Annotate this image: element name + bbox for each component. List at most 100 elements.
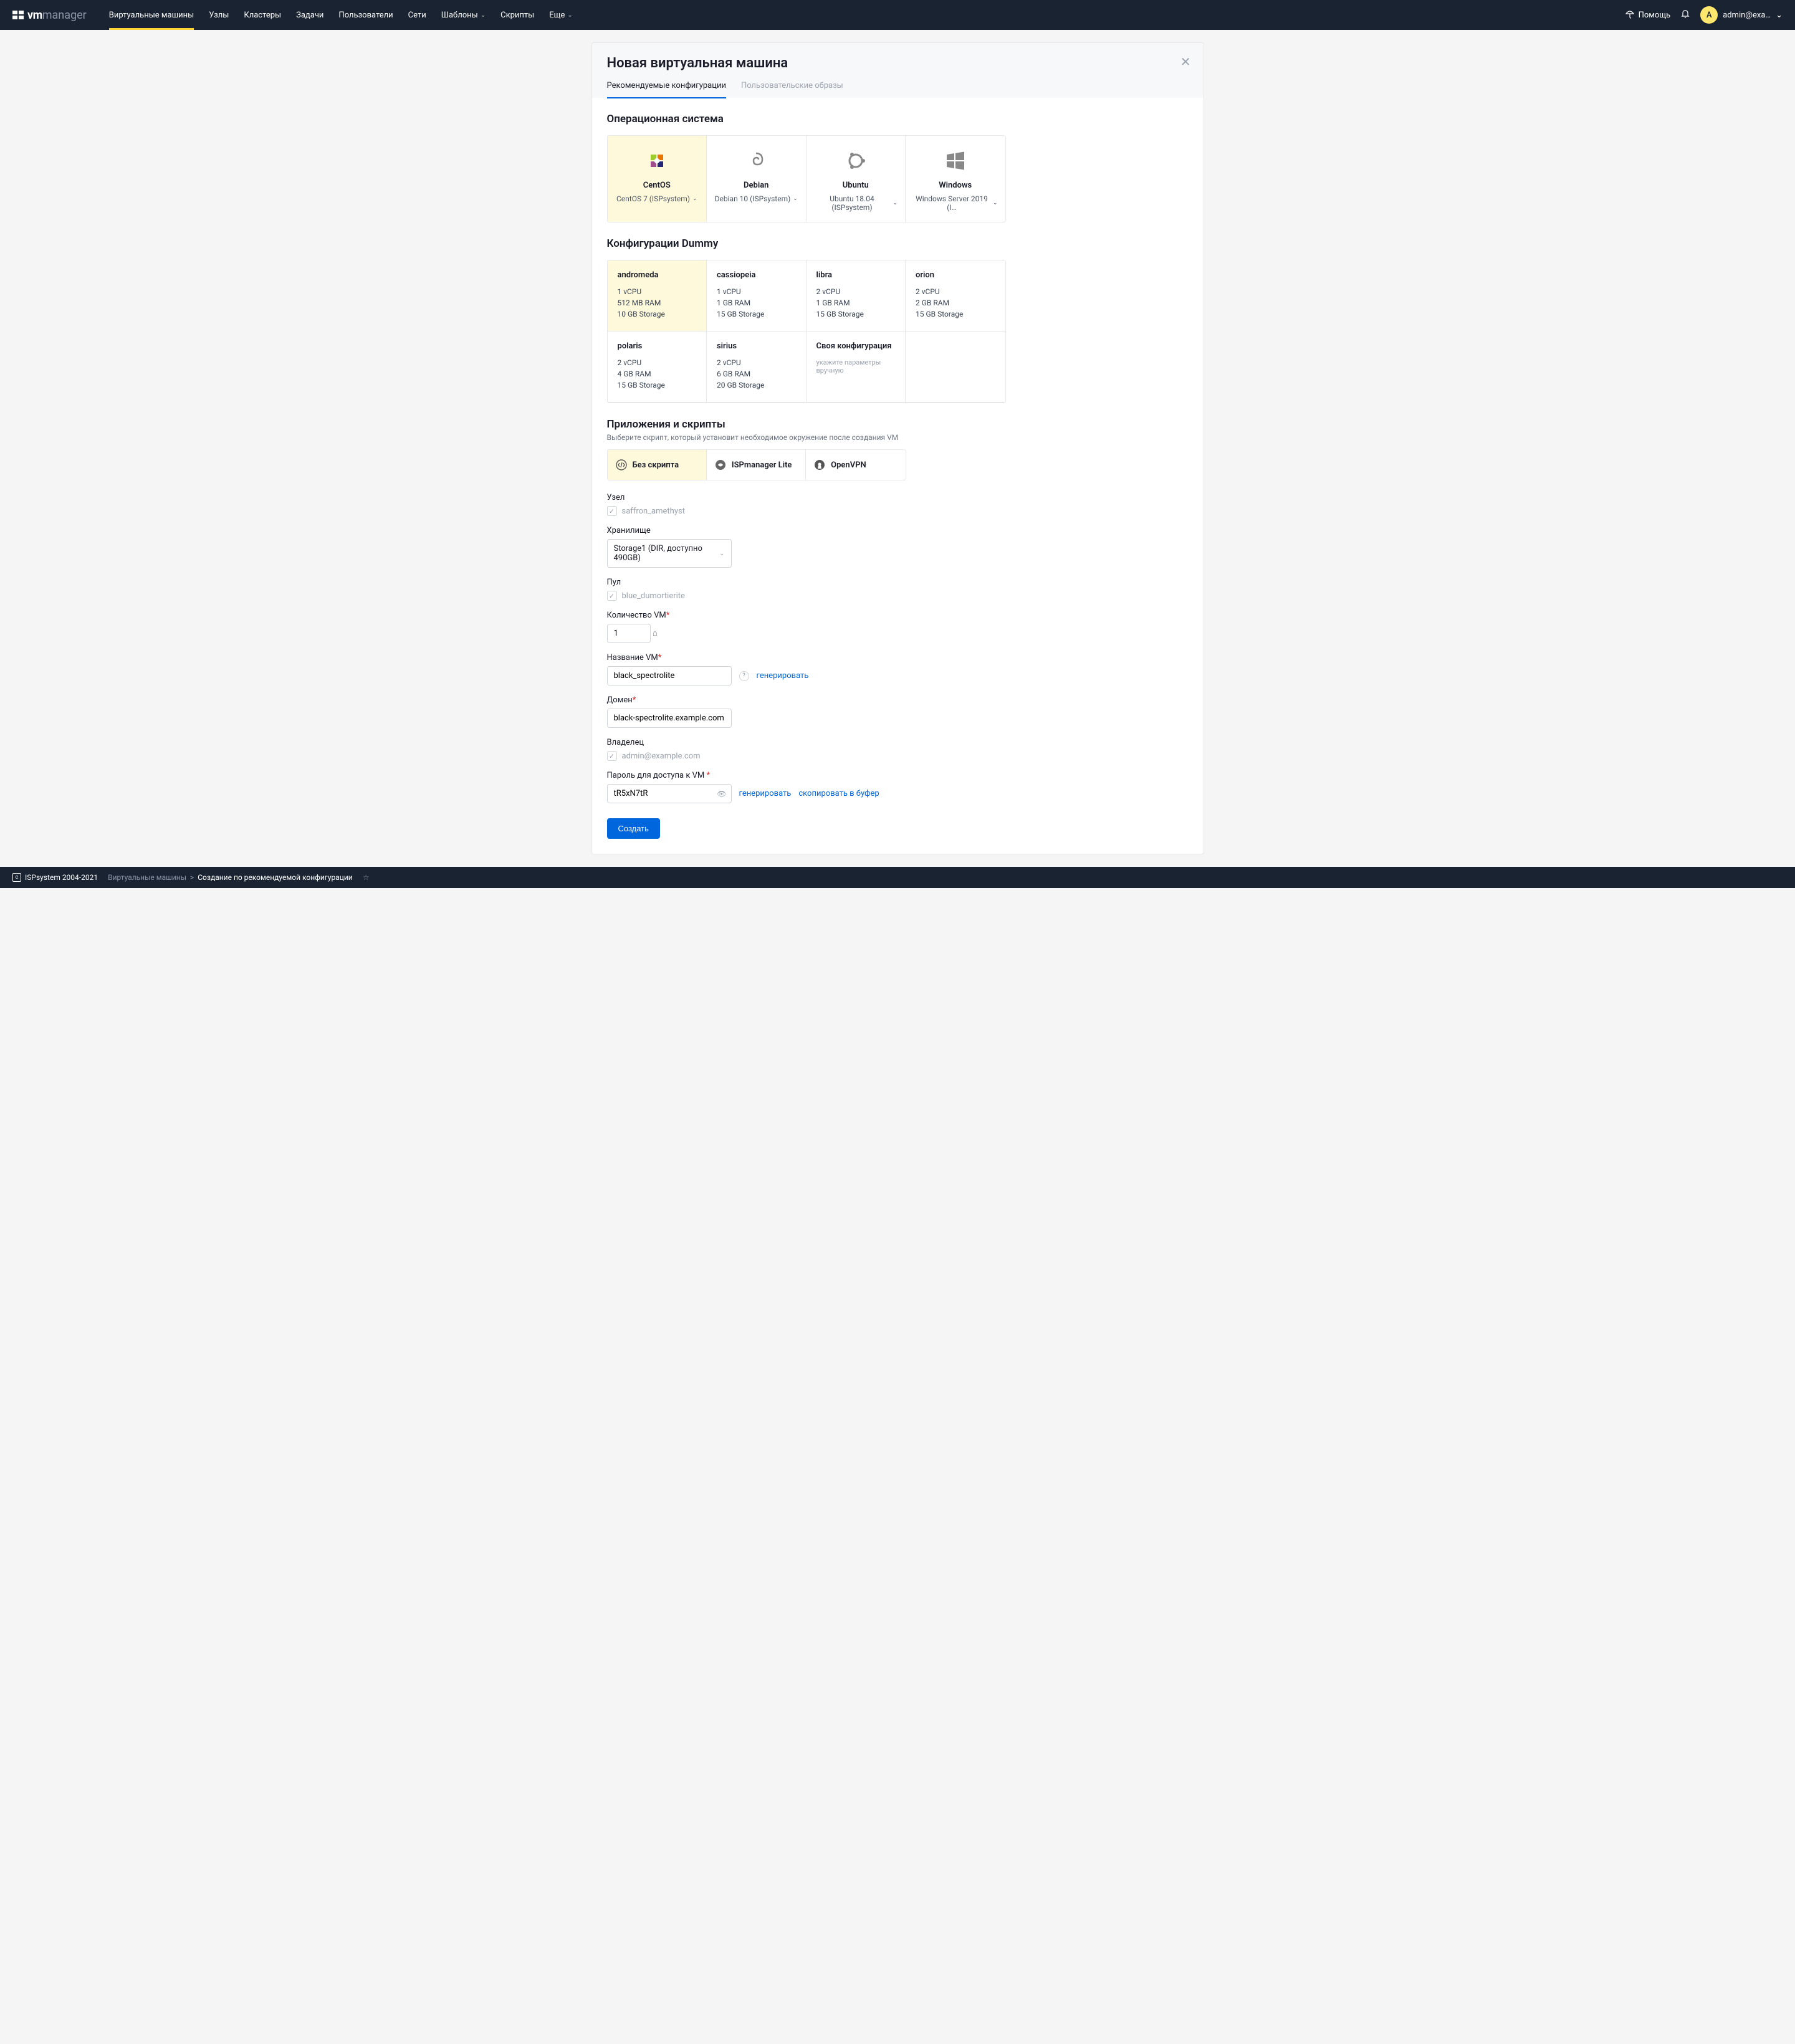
- topbar-right: Помощь A admin@exa… ⌄: [1625, 6, 1783, 24]
- os-version-select[interactable]: Windows Server 2019 (I…⌄: [913, 194, 998, 212]
- os-grid: CentOS CentOS 7 (ISPsystem)⌄ Debian Debi…: [607, 135, 1006, 222]
- config-card-cassiopeia[interactable]: cassiopeia 1 vCPU 1 GB RAM 15 GB Storage: [707, 260, 807, 332]
- tab-custom-images[interactable]: Пользовательские образы: [741, 81, 843, 98]
- field-node: Узел ✓ saffron_amethyst: [607, 493, 1189, 516]
- main-panel: Новая виртуальная машина ✕ Рекомендуемые…: [591, 42, 1204, 854]
- copyright: c ISPsystem 2004-2021: [12, 873, 98, 882]
- os-version-select[interactable]: Debian 10 (ISPsystem)⌄: [715, 194, 798, 203]
- star-icon[interactable]: ☆: [363, 873, 370, 882]
- bell-icon[interactable]: [1680, 9, 1690, 21]
- config-card-andromeda[interactable]: andromeda 1 vCPU 512 MB RAM 10 GB Storag…: [608, 260, 707, 332]
- nav-more[interactable]: Еще⌄: [542, 0, 580, 30]
- config-card-orion[interactable]: orion 2 vCPU 2 GB RAM 15 GB Storage: [906, 260, 1005, 332]
- nav-vms[interactable]: Виртуальные машины: [102, 0, 201, 30]
- field-domain: Домен*: [607, 695, 1189, 728]
- checkbox-icon[interactable]: ✓: [607, 751, 617, 761]
- node-label: Узел: [607, 493, 1189, 502]
- copyright-icon: c: [12, 873, 21, 882]
- user-email: admin@exa…: [1723, 11, 1771, 20]
- config-card-custom[interactable]: Своя конфигурация укажите параметры вруч…: [807, 332, 906, 403]
- name-label: Название VM*: [607, 653, 1189, 662]
- help-icon[interactable]: ?: [739, 671, 749, 681]
- script-card-ispmanager[interactable]: ISPmanager Lite: [707, 450, 806, 480]
- chevron-down-icon: ⌄: [692, 196, 697, 202]
- field-name: Название VM* ? генерировать: [607, 653, 1189, 685]
- breadcrumb: Виртуальные машины > Создание по рекомен…: [108, 873, 353, 882]
- chevron-down-icon: ⌄: [481, 12, 486, 19]
- script-card-none[interactable]: Без скрипта: [608, 450, 707, 480]
- user-menu[interactable]: A admin@exa… ⌄: [1700, 6, 1783, 24]
- nav-nodes[interactable]: Узлы: [201, 0, 236, 30]
- code-icon: [615, 459, 628, 471]
- chevron-down-icon: ⌄: [793, 196, 798, 202]
- chevron-down-icon: ⌄: [893, 200, 897, 206]
- chevron-down-icon: ⌄: [719, 550, 724, 557]
- owner-value: admin@example.com: [622, 752, 701, 761]
- os-card-centos[interactable]: CentOS CentOS 7 (ISPsystem)⌄: [608, 136, 707, 222]
- windows-icon: [913, 148, 998, 173]
- footer: c ISPsystem 2004-2021 Виртуальные машины…: [0, 867, 1795, 888]
- pool-label: Пул: [607, 578, 1189, 587]
- help-link[interactable]: Помощь: [1625, 9, 1671, 21]
- header-area: Новая виртуальная машина ✕ Рекомендуемые…: [592, 43, 1204, 98]
- os-card-debian[interactable]: Debian Debian 10 (ISPsystem)⌄: [707, 136, 807, 222]
- close-button[interactable]: ✕: [1180, 54, 1191, 69]
- generate-password-link[interactable]: генерировать: [739, 789, 792, 798]
- field-pool: Пул ✓ blue_dumortierite: [607, 578, 1189, 601]
- nav-users[interactable]: Пользователи: [331, 0, 400, 30]
- count-label: Количество VM*: [607, 611, 1189, 620]
- tab-recommended[interactable]: Рекомендуемые конфигурации: [607, 81, 726, 98]
- nav-clusters[interactable]: Кластеры: [236, 0, 289, 30]
- count-input[interactable]: [607, 624, 651, 643]
- chevron-down-icon: ⌄: [993, 200, 998, 206]
- content: Операционная система CentOS CentOS 7 (IS…: [592, 98, 1204, 854]
- create-button[interactable]: Создать: [607, 818, 660, 839]
- chevron-down-icon: ⌄: [1776, 11, 1783, 20]
- config-card-libra[interactable]: libra 2 vCPU 1 GB RAM 15 GB Storage: [807, 260, 906, 332]
- os-card-windows[interactable]: Windows Windows Server 2019 (I…⌄: [906, 136, 1005, 222]
- copy-password-link[interactable]: скопировать в буфер: [798, 789, 879, 798]
- name-input[interactable]: [607, 666, 732, 685]
- page-title: Новая виртуальная машина: [607, 55, 1189, 71]
- nav-networks[interactable]: Сети: [401, 0, 434, 30]
- nav-tasks[interactable]: Задачи: [289, 0, 331, 30]
- logo[interactable]: vmmanager: [12, 9, 87, 22]
- field-storage: Хранилище Storage1 (DIR, доступно 490GB)…: [607, 526, 1189, 568]
- domain-input[interactable]: [607, 709, 732, 728]
- breadcrumb-item-active: Создание по рекомендуемой конфигурации: [198, 873, 353, 882]
- config-card-polaris[interactable]: polaris 2 vCPU 4 GB RAM 15 GB Storage: [608, 332, 707, 403]
- os-version-select[interactable]: CentOS 7 (ISPsystem)⌄: [616, 194, 697, 203]
- config-card-sirius[interactable]: sirius 2 vCPU 6 GB RAM 20 GB Storage: [707, 332, 807, 403]
- pool-value: blue_dumortierite: [622, 591, 685, 601]
- home-icon: ⌂: [653, 628, 658, 638]
- breadcrumb-item[interactable]: Виртуальные машины: [108, 873, 186, 882]
- nav-templates[interactable]: Шаблоны⌄: [434, 0, 493, 30]
- avatar: A: [1700, 6, 1718, 24]
- centos-icon: [615, 148, 699, 173]
- config-grid: andromeda 1 vCPU 512 MB RAM 10 GB Storag…: [607, 260, 1006, 403]
- password-label: Пароль для доступа к VM *: [607, 771, 1189, 780]
- field-count: Количество VM* ⌂: [607, 611, 1189, 643]
- debian-icon: [714, 148, 798, 173]
- os-section-title: Операционная система: [607, 113, 1189, 125]
- os-version-select[interactable]: Ubuntu 18.04 (ISPsystem)⌄: [814, 194, 898, 212]
- eye-icon[interactable]: 👁: [717, 790, 726, 798]
- domain-label: Домен*: [607, 695, 1189, 705]
- os-card-ubuntu[interactable]: Ubuntu Ubuntu 18.04 (ISPsystem)⌄: [807, 136, 906, 222]
- config-card-empty: [906, 332, 1005, 403]
- node-value-row: ✓ saffron_amethyst: [607, 506, 1189, 516]
- ubuntu-icon: [814, 148, 898, 173]
- script-card-openvpn[interactable]: OpenVPN: [806, 450, 905, 480]
- storage-select[interactable]: Storage1 (DIR, доступно 490GB) ⌄: [607, 539, 732, 568]
- checkbox-icon[interactable]: ✓: [607, 591, 617, 601]
- umbrella-icon: [1625, 9, 1635, 21]
- openvpn-icon: [813, 459, 826, 471]
- scripts-section-title: Приложения и скрипты: [607, 418, 1189, 431]
- password-input[interactable]: [607, 784, 732, 803]
- checkbox-icon[interactable]: ✓: [607, 506, 617, 516]
- nav-scripts[interactable]: Скрипты: [493, 0, 542, 30]
- generate-name-link[interactable]: генерировать: [757, 671, 809, 681]
- isp-icon: [714, 459, 727, 471]
- logo-icon: [12, 11, 24, 19]
- owner-label: Владелец: [607, 738, 1189, 747]
